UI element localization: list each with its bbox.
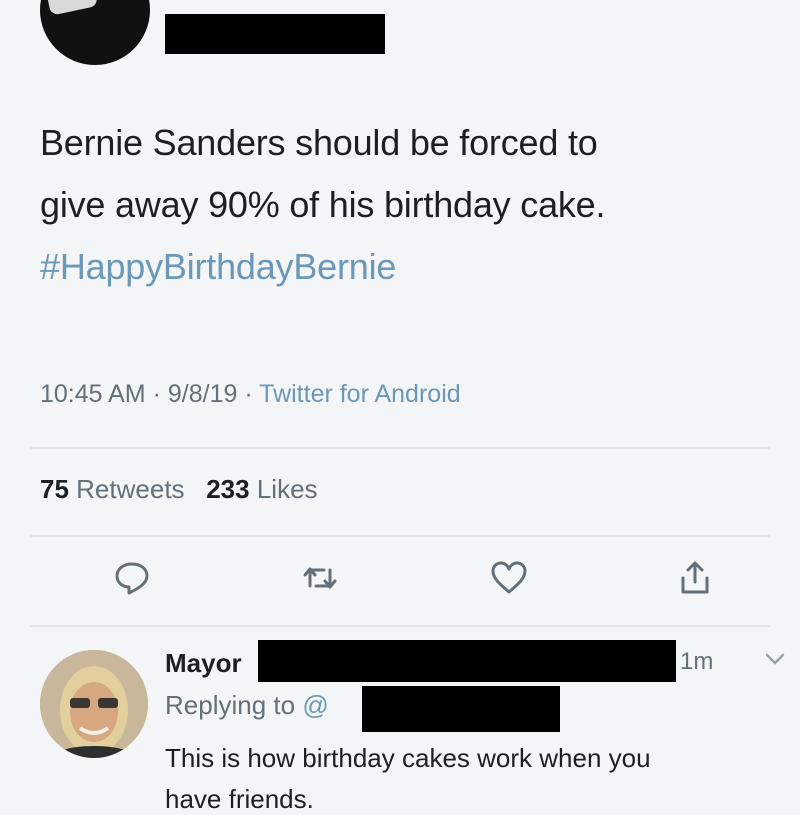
- share-icon: [681, 561, 709, 594]
- redaction-bar-handle: [258, 640, 676, 682]
- share-button[interactable]: [675, 558, 715, 598]
- divider: [30, 447, 770, 449]
- tweet-date: 9/8/19: [167, 380, 238, 408]
- meta-separator: ·: [244, 380, 260, 408]
- retweet-button[interactable]: [300, 558, 340, 598]
- reply-button[interactable]: [112, 558, 152, 598]
- likes-label: Likes: [256, 474, 318, 504]
- tweet-time: 10:45 AM: [40, 380, 146, 408]
- tweet-text-line: give away 90% of his birthday cake.: [40, 184, 606, 225]
- reply-author-name[interactable]: Mayor: [165, 648, 242, 679]
- chevron-down-icon: [765, 653, 785, 665]
- reply-icon: [115, 562, 149, 595]
- replying-to: Replying to @: [165, 690, 329, 721]
- hashtag-link[interactable]: #HappyBirthdayBernie: [40, 236, 396, 298]
- likes-count: 233: [206, 474, 250, 504]
- tweet-source-link[interactable]: Twitter for Android: [259, 380, 460, 408]
- heart-icon: [491, 561, 527, 594]
- tweet-text-line: Bernie Sanders should be forced to: [40, 122, 598, 163]
- retweets-count: 75: [40, 474, 69, 504]
- reply-timestamp: 1m: [680, 648, 714, 675]
- redaction-bar-replying: [362, 686, 560, 732]
- like-button[interactable]: [489, 558, 529, 598]
- divider: [30, 625, 770, 627]
- reply-author-avatar[interactable]: [40, 650, 148, 758]
- author-avatar[interactable]: [40, 0, 150, 65]
- author-name-fragment: [165, 0, 255, 4]
- retweets-label: Retweets: [76, 474, 185, 504]
- divider: [30, 535, 770, 537]
- person-photo-icon: [40, 650, 148, 758]
- likes-stat[interactable]: 233 Likes: [206, 474, 317, 504]
- avatar-highlight: [45, 0, 99, 16]
- tweet-stats: 75 Retweets 233 Likes: [40, 474, 318, 505]
- reply-text: This is how birthday cakes work when you: [165, 743, 651, 773]
- replying-handle-link[interactable]: @: [302, 690, 328, 720]
- retweets-stat[interactable]: 75 Retweets: [40, 474, 185, 504]
- meta-separator: ·: [152, 380, 168, 408]
- retweet-icon: [303, 567, 337, 589]
- replying-prefix: Replying to: [165, 690, 296, 720]
- redaction-bar-author: [165, 14, 385, 54]
- more-options-button[interactable]: [765, 652, 785, 670]
- tweet-meta: 10:45 AM · 9/8/19 · Twitter for Android: [40, 380, 461, 409]
